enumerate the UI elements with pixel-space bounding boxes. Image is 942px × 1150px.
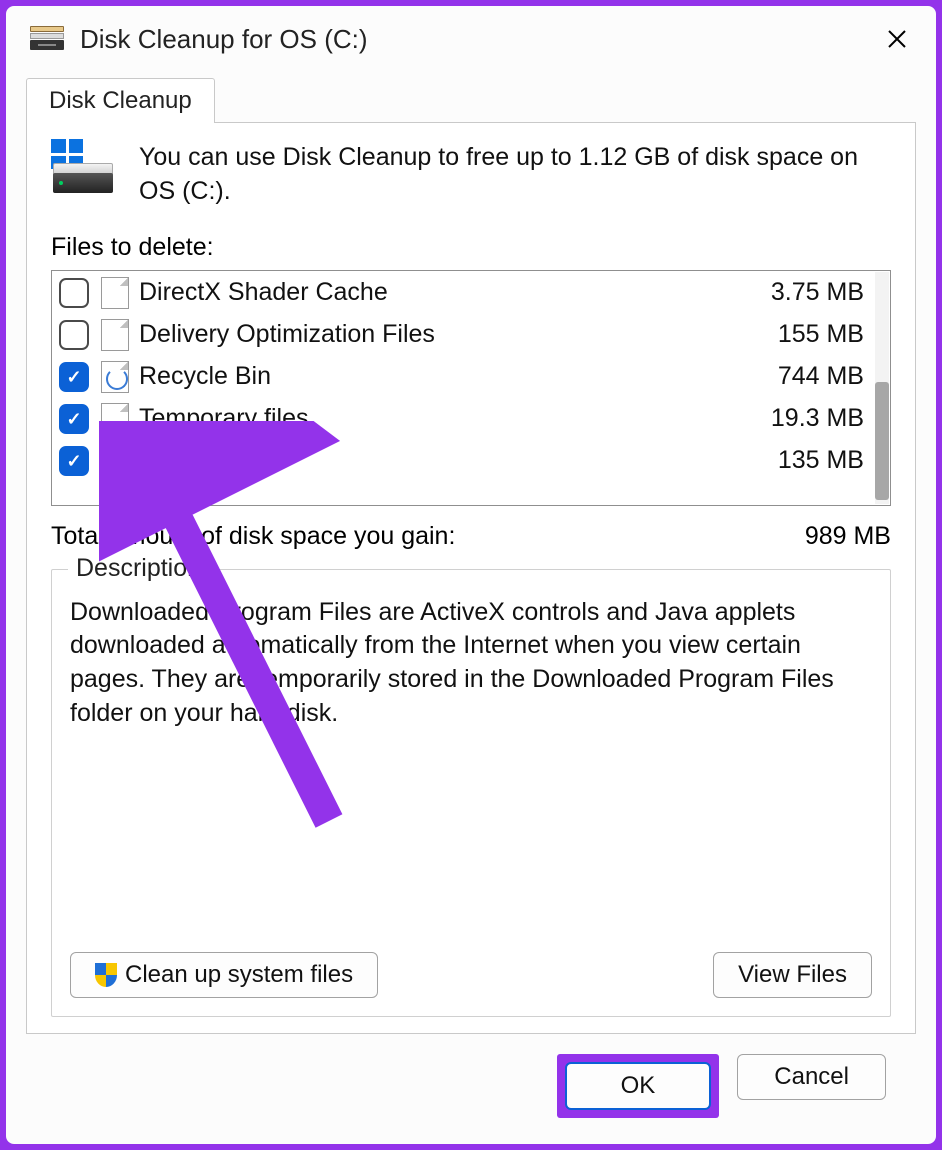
footer-buttons: OK Cancel [26, 1034, 916, 1144]
total-label: Total amount of disk space you gain: [51, 522, 455, 551]
recycle-bin-icon [101, 361, 129, 393]
button-label: OK [621, 1072, 656, 1100]
tab-disk-cleanup[interactable]: Disk Cleanup [26, 78, 215, 123]
file-icon [101, 277, 129, 309]
tab-strip: Disk Cleanup [26, 78, 916, 122]
scrollbar-thumb[interactable] [875, 382, 889, 500]
file-icon [101, 403, 129, 435]
tab-panel: You can use Disk Cleanup to free up to 1… [26, 122, 916, 1034]
item-name: Recycle Bin [139, 362, 768, 391]
dialog-window: Disk Cleanup for OS (C:) Disk Cleanup Yo… [6, 6, 936, 1144]
item-name: Thumbnails [139, 446, 768, 475]
description-title: Description [68, 554, 209, 583]
cancel-button[interactable]: Cancel [737, 1054, 886, 1100]
window-title: Disk Cleanup for OS (C:) [80, 24, 368, 55]
item-size: 744 MB [768, 362, 864, 391]
intro-text: You can use Disk Cleanup to free up to 1… [139, 141, 891, 209]
button-label: Clean up system files [125, 961, 353, 989]
list-item[interactable]: Delivery Optimization Files 155 MB [53, 314, 872, 356]
item-size: 135 MB [768, 446, 864, 475]
list-item[interactable]: Recycle Bin 744 MB [53, 356, 872, 398]
total-row: Total amount of disk space you gain: 989… [51, 522, 891, 551]
intro-row: You can use Disk Cleanup to free up to 1… [51, 141, 891, 209]
disk-cleanup-icon [30, 26, 66, 52]
checkbox[interactable] [59, 446, 89, 476]
checkbox[interactable] [59, 320, 89, 350]
file-list[interactable]: DirectX Shader Cache 3.75 MB Delivery Op… [51, 270, 891, 506]
drive-icon [51, 141, 117, 193]
button-label: View Files [738, 961, 847, 989]
view-files-button[interactable]: View Files [713, 952, 872, 998]
checkbox[interactable] [59, 278, 89, 308]
ok-button[interactable]: OK [565, 1062, 712, 1110]
list-item[interactable]: DirectX Shader Cache 3.75 MB [53, 272, 872, 314]
scrollbar-track[interactable] [875, 272, 889, 504]
item-size: 3.75 MB [761, 278, 864, 307]
item-name: Delivery Optimization Files [139, 320, 768, 349]
description-text: Downloaded Program Files are ActiveX con… [70, 596, 872, 731]
item-size: 19.3 MB [761, 404, 864, 433]
file-icon [101, 445, 129, 477]
item-size: 155 MB [768, 320, 864, 349]
shield-icon [95, 963, 117, 987]
content-area: Disk Cleanup You can use Disk Cleanup to… [6, 66, 936, 1144]
list-item[interactable]: Thumbnails 135 MB [53, 440, 872, 482]
button-label: Cancel [774, 1063, 849, 1091]
file-icon [101, 319, 129, 351]
group-buttons: Clean up system files View Files [70, 940, 872, 998]
file-list-inner: DirectX Shader Cache 3.75 MB Delivery Op… [53, 272, 872, 504]
list-item[interactable]: Temporary files 19.3 MB [53, 398, 872, 440]
checkbox[interactable] [59, 404, 89, 434]
files-to-delete-label: Files to delete: [51, 233, 891, 262]
item-name: DirectX Shader Cache [139, 278, 761, 307]
titlebar: Disk Cleanup for OS (C:) [6, 6, 936, 66]
total-value: 989 MB [805, 522, 891, 551]
ok-highlight: OK [557, 1054, 720, 1118]
close-icon[interactable] [876, 18, 918, 60]
item-name: Temporary files [139, 404, 761, 433]
description-group: Description Downloaded Program Files are… [51, 569, 891, 1018]
checkbox[interactable] [59, 362, 89, 392]
clean-up-system-files-button[interactable]: Clean up system files [70, 952, 378, 998]
